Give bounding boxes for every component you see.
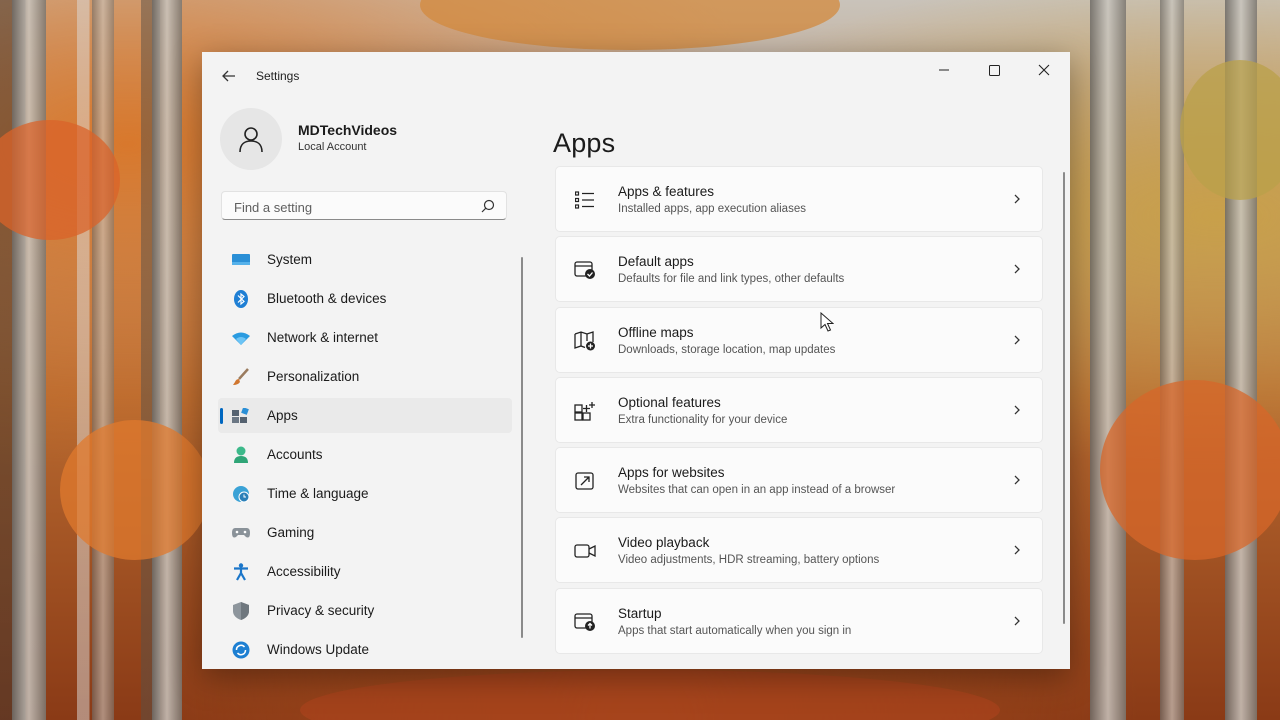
chevron-right-icon [1014,475,1020,485]
settings-window: Settings MDTechVideos Local Account Syst… [202,52,1070,669]
video-icon [574,540,596,562]
sidebar-scrollbar[interactable] [521,257,523,638]
card-apps-features[interactable]: Apps & features Installed apps, app exec… [555,166,1043,232]
card-title: Optional features [618,394,721,410]
card-subtitle: Extra functionality for your device [618,413,788,426]
apps-icon [232,407,250,425]
wifi-icon [232,329,250,347]
card-subtitle: Apps that start automatically when you s… [618,624,852,637]
settings-card-list: Apps & features Installed apps, app exec… [555,166,1043,658]
card-apps-for-websites[interactable]: Apps for websites Websites that can open… [555,447,1043,514]
main-scrollbar[interactable] [1063,172,1065,624]
sidebar-item-label: Time & language [267,486,369,501]
back-button[interactable] [216,64,242,88]
chevron-right-icon [1014,335,1020,345]
sidebar-item-label: Windows Update [267,642,370,657]
card-video-playback[interactable]: Video playback Video adjustments, HDR st… [555,517,1043,584]
back-arrow-icon [222,70,235,82]
sidebar-item-personalization[interactable]: Personalization [218,359,512,394]
sidebar-item-label: Bluetooth & devices [267,291,387,306]
mouse-cursor-icon [820,312,834,332]
optional-features-icon [574,400,596,422]
card-subtitle: Video adjustments, HDR streaming, batter… [618,554,880,567]
close-icon [1038,64,1050,76]
minimize-button[interactable] [921,56,967,84]
bluetooth-icon [232,289,250,308]
sidebar-item-time-language[interactable]: Time & language [218,476,512,511]
title-bar: Settings [202,52,1070,100]
chevron-right-icon [1014,405,1020,415]
card-offline-maps[interactable]: Offline maps Downloads, storage location… [555,306,1043,373]
globe-clock-icon [232,485,250,503]
card-title: Offline maps [618,324,694,340]
sidebar-nav: System Bluetooth & devices Network & int… [218,242,512,669]
card-subtitle: Downloads, storage location, map updates [618,343,836,356]
card-subtitle: Defaults for file and link types, other … [618,273,845,286]
sidebar-item-gaming[interactable]: Gaming [218,515,512,550]
app-title: Settings [256,69,300,83]
close-button[interactable] [1021,56,1067,84]
maximize-icon [988,64,1000,76]
chevron-right-icon [1014,194,1020,204]
chevron-right-icon [1014,264,1020,274]
card-subtitle: Installed apps, app execution aliases [618,203,806,215]
sidebar-item-privacy-security[interactable]: Privacy & security [218,593,512,628]
card-title: Startup [618,605,662,621]
search-input[interactable] [232,197,476,217]
default-apps-icon [574,259,596,281]
sidebar-item-label: Network & internet [267,330,379,345]
open-external-icon [574,470,596,492]
list-icon [574,189,596,211]
card-title: Apps for websites [618,465,725,481]
sidebar-item-accessibility[interactable]: Accessibility [218,554,512,589]
card-subtitle: Websites that can open in an app instead… [618,484,896,497]
card-default-apps[interactable]: Default apps Defaults for file and link … [555,236,1043,303]
card-startup[interactable]: Startup Apps that start automatically wh… [555,587,1043,654]
sidebar-item-system[interactable]: System [218,242,512,277]
card-title: Default apps [618,254,694,270]
startup-icon [574,611,596,633]
accessibility-icon [232,562,250,581]
card-title: Apps & features [618,184,715,199]
minimize-icon [939,69,949,71]
sidebar-item-label: Personalization [267,369,360,384]
user-profile[interactable]: MDTechVideos Local Account [220,108,520,170]
brush-icon [232,367,250,386]
card-title: Video playback [618,535,710,551]
update-icon [232,641,250,659]
sidebar-item-network[interactable]: Network & internet [218,320,512,355]
page-title: Apps [553,128,616,159]
maximize-button[interactable] [971,56,1017,84]
system-icon [232,251,250,269]
search-box[interactable] [221,191,507,220]
sidebar-item-label: Apps [267,408,298,423]
card-optional-features[interactable]: Optional features Extra functionality fo… [555,376,1043,443]
sidebar-item-label: Accounts [267,447,323,462]
sidebar-item-label: Privacy & security [267,603,375,618]
sidebar-item-bluetooth[interactable]: Bluetooth & devices [218,281,512,316]
accounts-icon [232,446,250,464]
sidebar-item-label: System [267,252,313,267]
chevron-right-icon [1014,546,1020,555]
sidebar-item-apps[interactable]: Apps [218,398,512,433]
sidebar-item-label: Gaming [267,525,315,540]
map-icon [574,330,596,352]
profile-name: MDTechVideos [298,122,398,138]
person-icon [239,127,263,153]
shield-icon [232,601,250,620]
gamepad-icon [232,524,250,542]
sidebar-item-windows-update[interactable]: Windows Update [218,632,512,667]
account-type: Local Account [298,141,367,153]
sidebar-item-accounts[interactable]: Accounts [218,437,512,472]
search-icon[interactable] [480,198,496,214]
chevron-right-icon [1014,616,1020,626]
avatar [220,108,282,170]
sidebar-item-label: Accessibility [267,564,341,579]
